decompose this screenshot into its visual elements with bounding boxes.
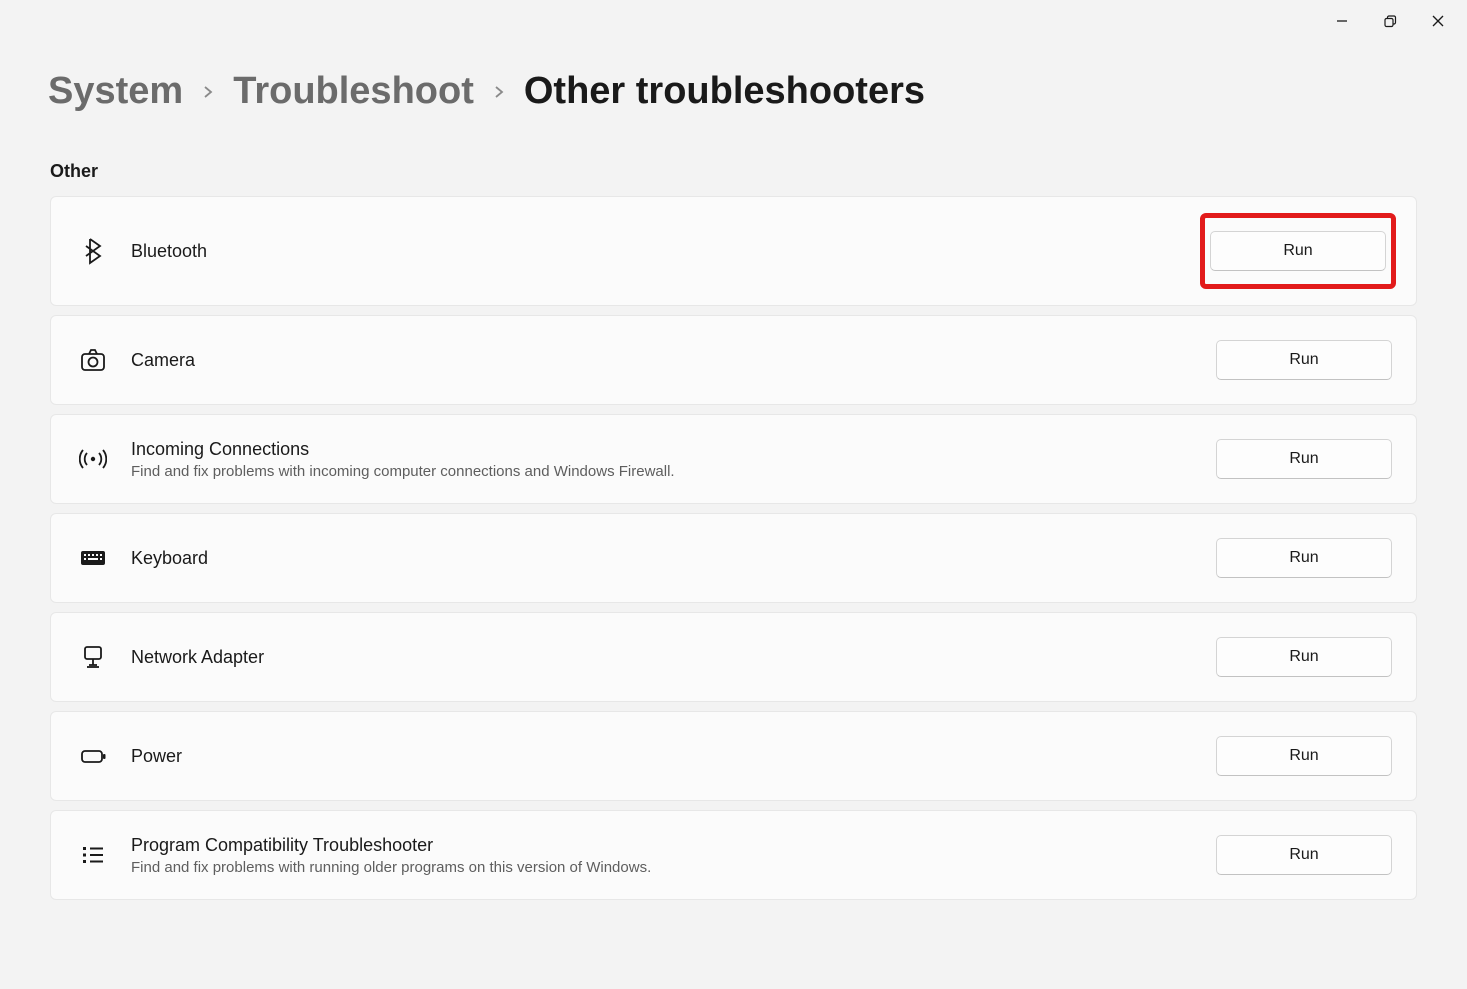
- run-button-power[interactable]: Run: [1216, 736, 1392, 776]
- signal-icon: [79, 445, 107, 473]
- run-button-wrap: Run: [1216, 340, 1392, 380]
- row-title: Power: [131, 746, 1216, 767]
- battery-icon: [79, 742, 107, 770]
- run-button-network-adapter[interactable]: Run: [1216, 637, 1392, 677]
- network-icon: [79, 643, 107, 671]
- run-button-incoming-connections[interactable]: Run: [1216, 439, 1392, 479]
- troubleshooter-row-network-adapter: Network AdapterRun: [50, 612, 1417, 702]
- troubleshooter-row-incoming-connections: Incoming Connections Find and fix problem…: [50, 414, 1417, 504]
- row-description: Find and fix problems with running older…: [131, 859, 1216, 876]
- row-description: Find and fix problems with incoming comp…: [131, 463, 1216, 480]
- row-text: Bluetooth: [131, 241, 1204, 262]
- section-header: Other: [0, 143, 1467, 196]
- run-button-wrap: Run: [1216, 835, 1392, 875]
- camera-icon: [79, 346, 107, 374]
- run-button-wrap: Run: [1216, 637, 1392, 677]
- row-title: Incoming Connections: [131, 439, 1216, 460]
- breadcrumb-parent[interactable]: Troubleshoot: [233, 70, 474, 113]
- run-button-wrap: Run: [1216, 736, 1392, 776]
- row-title: Camera: [131, 350, 1216, 371]
- run-button-program-compat[interactable]: Run: [1216, 835, 1392, 875]
- row-text: Network Adapter: [131, 647, 1216, 668]
- run-button-wrap: Run: [1216, 538, 1392, 578]
- run-button-wrap: Run: [1204, 217, 1392, 285]
- row-title: Keyboard: [131, 548, 1216, 569]
- row-text: Program Compatibility Troubleshooter Find…: [131, 835, 1216, 876]
- row-text: Power: [131, 746, 1216, 767]
- troubleshooter-row-program-compat: Program Compatibility Troubleshooter Find…: [50, 810, 1417, 900]
- keyboard-icon: [79, 544, 107, 572]
- chevron-right-icon: [492, 85, 506, 99]
- row-text: Incoming Connections Find and fix problem…: [131, 439, 1216, 480]
- maximize-button[interactable]: [1381, 12, 1399, 30]
- breadcrumb: System Troubleshoot Other troubleshooter…: [0, 30, 1467, 143]
- troubleshooter-row-bluetooth: Bluetooth Run: [50, 196, 1417, 306]
- row-text: Camera: [131, 350, 1216, 371]
- troubleshooter-list: BluetoothRunCameraRunIncoming Connection…: [0, 196, 1467, 900]
- bluetooth-icon: [79, 237, 107, 265]
- row-title: Network Adapter: [131, 647, 1216, 668]
- window-controls: [0, 0, 1467, 30]
- run-button-keyboard[interactable]: Run: [1216, 538, 1392, 578]
- troubleshooter-row-keyboard: KeyboardRun: [50, 513, 1417, 603]
- row-title: Bluetooth: [131, 241, 1204, 262]
- minimize-button[interactable]: [1333, 12, 1351, 30]
- row-text: Keyboard: [131, 548, 1216, 569]
- breadcrumb-current: Other troubleshooters: [524, 70, 925, 113]
- breadcrumb-root[interactable]: System: [48, 70, 183, 113]
- list-icon: [79, 841, 107, 869]
- chevron-right-icon: [201, 85, 215, 99]
- run-button-wrap: Run: [1216, 439, 1392, 479]
- run-button-bluetooth[interactable]: Run: [1210, 231, 1386, 271]
- troubleshooter-row-camera: CameraRun: [50, 315, 1417, 405]
- close-button[interactable]: [1429, 12, 1447, 30]
- row-title: Program Compatibility Troubleshooter: [131, 835, 1216, 856]
- run-button-camera[interactable]: Run: [1216, 340, 1392, 380]
- troubleshooter-row-power: PowerRun: [50, 711, 1417, 801]
